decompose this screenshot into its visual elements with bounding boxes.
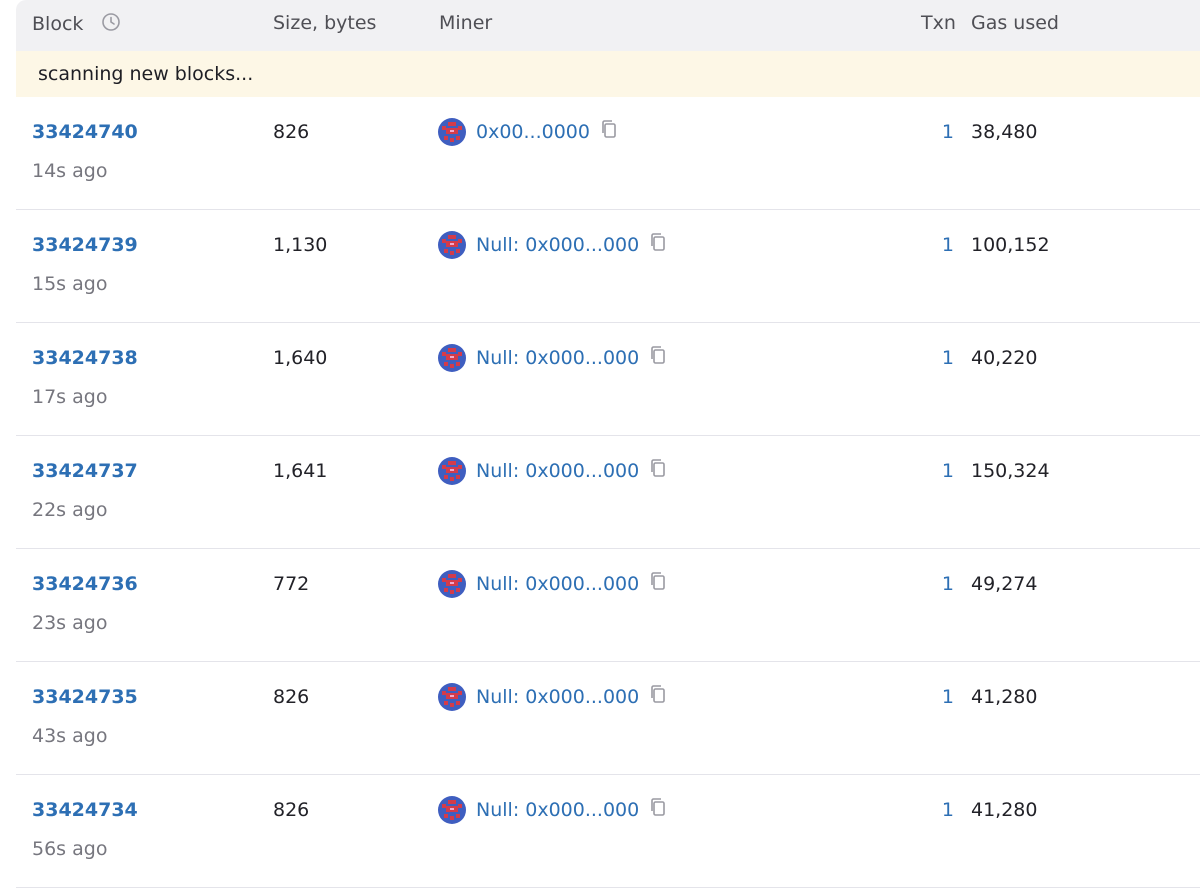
miner-cell: Null: 0x000...000 <box>438 344 667 372</box>
miner-address-link[interactable]: 0x00...0000 <box>476 118 590 146</box>
gas-used: 40,220 <box>971 347 1038 369</box>
miner-cell: Null: 0x000...000 <box>438 683 667 711</box>
header-block: Block <box>32 12 121 37</box>
copy-icon[interactable] <box>649 458 667 484</box>
gas-used: 41,280 <box>971 686 1038 708</box>
copy-icon[interactable] <box>600 119 618 145</box>
blocks-table: Block Size, bytes Miner Txn Gas used sca… <box>16 0 1200 888</box>
miner-address-link[interactable]: Null: 0x000...000 <box>476 683 639 711</box>
block-time-ago: 56s ago <box>32 838 108 860</box>
header-miner: Miner <box>439 12 493 34</box>
table-header: Block Size, bytes Miner Txn Gas used <box>16 0 1200 51</box>
copy-icon[interactable] <box>649 684 667 710</box>
scanning-banner: scanning new blocks... <box>16 51 1200 97</box>
block-number-link[interactable]: 33424736 <box>32 572 138 596</box>
block-size: 826 <box>273 686 310 708</box>
copy-icon[interactable] <box>649 232 667 258</box>
scanning-text: scanning new blocks... <box>38 63 254 85</box>
miner-cell: Null: 0x000...000 <box>438 231 667 259</box>
header-txn: Txn <box>921 12 956 34</box>
txn-count-link[interactable]: 1 <box>942 685 954 709</box>
block-size: 1,640 <box>273 347 328 369</box>
block-time-ago: 15s ago <box>32 273 108 295</box>
identicon-avatar-icon <box>438 457 466 485</box>
txn-count-link[interactable]: 1 <box>942 798 954 822</box>
gas-used: 150,324 <box>971 460 1050 482</box>
copy-icon[interactable] <box>649 345 667 371</box>
miner-cell: Null: 0x000...000 <box>438 457 667 485</box>
txn-count-link[interactable]: 1 <box>942 233 954 257</box>
block-time-ago: 23s ago <box>32 612 108 634</box>
block-time-ago: 17s ago <box>32 386 108 408</box>
identicon-avatar-icon <box>438 796 466 824</box>
block-size: 826 <box>273 799 310 821</box>
block-time-ago: 22s ago <box>32 499 108 521</box>
gas-used: 38,480 <box>971 121 1038 143</box>
identicon-avatar-icon <box>438 118 466 146</box>
miner-address-link[interactable]: Null: 0x000...000 <box>476 231 639 259</box>
block-number-link[interactable]: 33424735 <box>32 685 138 709</box>
block-number-link[interactable]: 33424737 <box>32 459 138 483</box>
txn-count-link[interactable]: 1 <box>942 120 954 144</box>
block-size: 826 <box>273 121 310 143</box>
txn-count-link[interactable]: 1 <box>942 459 954 483</box>
block-time-ago: 43s ago <box>32 725 108 747</box>
clock-icon[interactable] <box>101 12 121 37</box>
block-number-link[interactable]: 33424734 <box>32 798 138 822</box>
txn-count-link[interactable]: 1 <box>942 572 954 596</box>
header-size: Size, bytes <box>273 12 377 34</box>
identicon-avatar-icon <box>438 683 466 711</box>
block-size: 1,130 <box>273 234 328 256</box>
block-size: 772 <box>273 573 310 595</box>
identicon-avatar-icon <box>438 231 466 259</box>
table-row: 33424734 56s ago 826 Null: 0x000...000 1… <box>16 775 1200 888</box>
block-time-ago: 14s ago <box>32 160 108 182</box>
copy-icon[interactable] <box>649 797 667 823</box>
header-block-label: Block <box>32 13 84 35</box>
block-number-link[interactable]: 33424738 <box>32 346 138 370</box>
table-row: 33424737 22s ago 1,641 Null: 0x000...000 <box>16 436 1200 549</box>
miner-cell: Null: 0x000...000 <box>438 796 667 824</box>
table-row: 33424735 43s ago 826 Null: 0x000...000 1… <box>16 662 1200 775</box>
miner-address-link[interactable]: Null: 0x000...000 <box>476 344 639 372</box>
block-number-link[interactable]: 33424740 <box>32 120 138 144</box>
table-row: 33424740 14s ago 826 0x00...0000 1 38,48… <box>16 97 1200 210</box>
copy-icon[interactable] <box>649 571 667 597</box>
identicon-avatar-icon <box>438 344 466 372</box>
table-body: 33424740 14s ago 826 0x00...0000 1 38,48… <box>16 97 1200 888</box>
identicon-avatar-icon <box>438 570 466 598</box>
block-number-link[interactable]: 33424739 <box>32 233 138 257</box>
block-size: 1,641 <box>273 460 328 482</box>
miner-address-link[interactable]: Null: 0x000...000 <box>476 457 639 485</box>
gas-used: 41,280 <box>971 799 1038 821</box>
table-row: 33424736 23s ago 772 Null: 0x000...000 1… <box>16 549 1200 662</box>
miner-address-link[interactable]: Null: 0x000...000 <box>476 796 639 824</box>
gas-used: 49,274 <box>971 573 1038 595</box>
header-gas-used: Gas used <box>971 12 1059 34</box>
table-row: 33424738 17s ago 1,640 Null: 0x000...000 <box>16 323 1200 436</box>
miner-address-link[interactable]: Null: 0x000...000 <box>476 570 639 598</box>
miner-cell: 0x00...0000 <box>438 118 618 146</box>
txn-count-link[interactable]: 1 <box>942 346 954 370</box>
gas-used: 100,152 <box>971 234 1050 256</box>
table-row: 33424739 15s ago 1,130 Null: 0x000...000 <box>16 210 1200 323</box>
miner-cell: Null: 0x000...000 <box>438 570 667 598</box>
